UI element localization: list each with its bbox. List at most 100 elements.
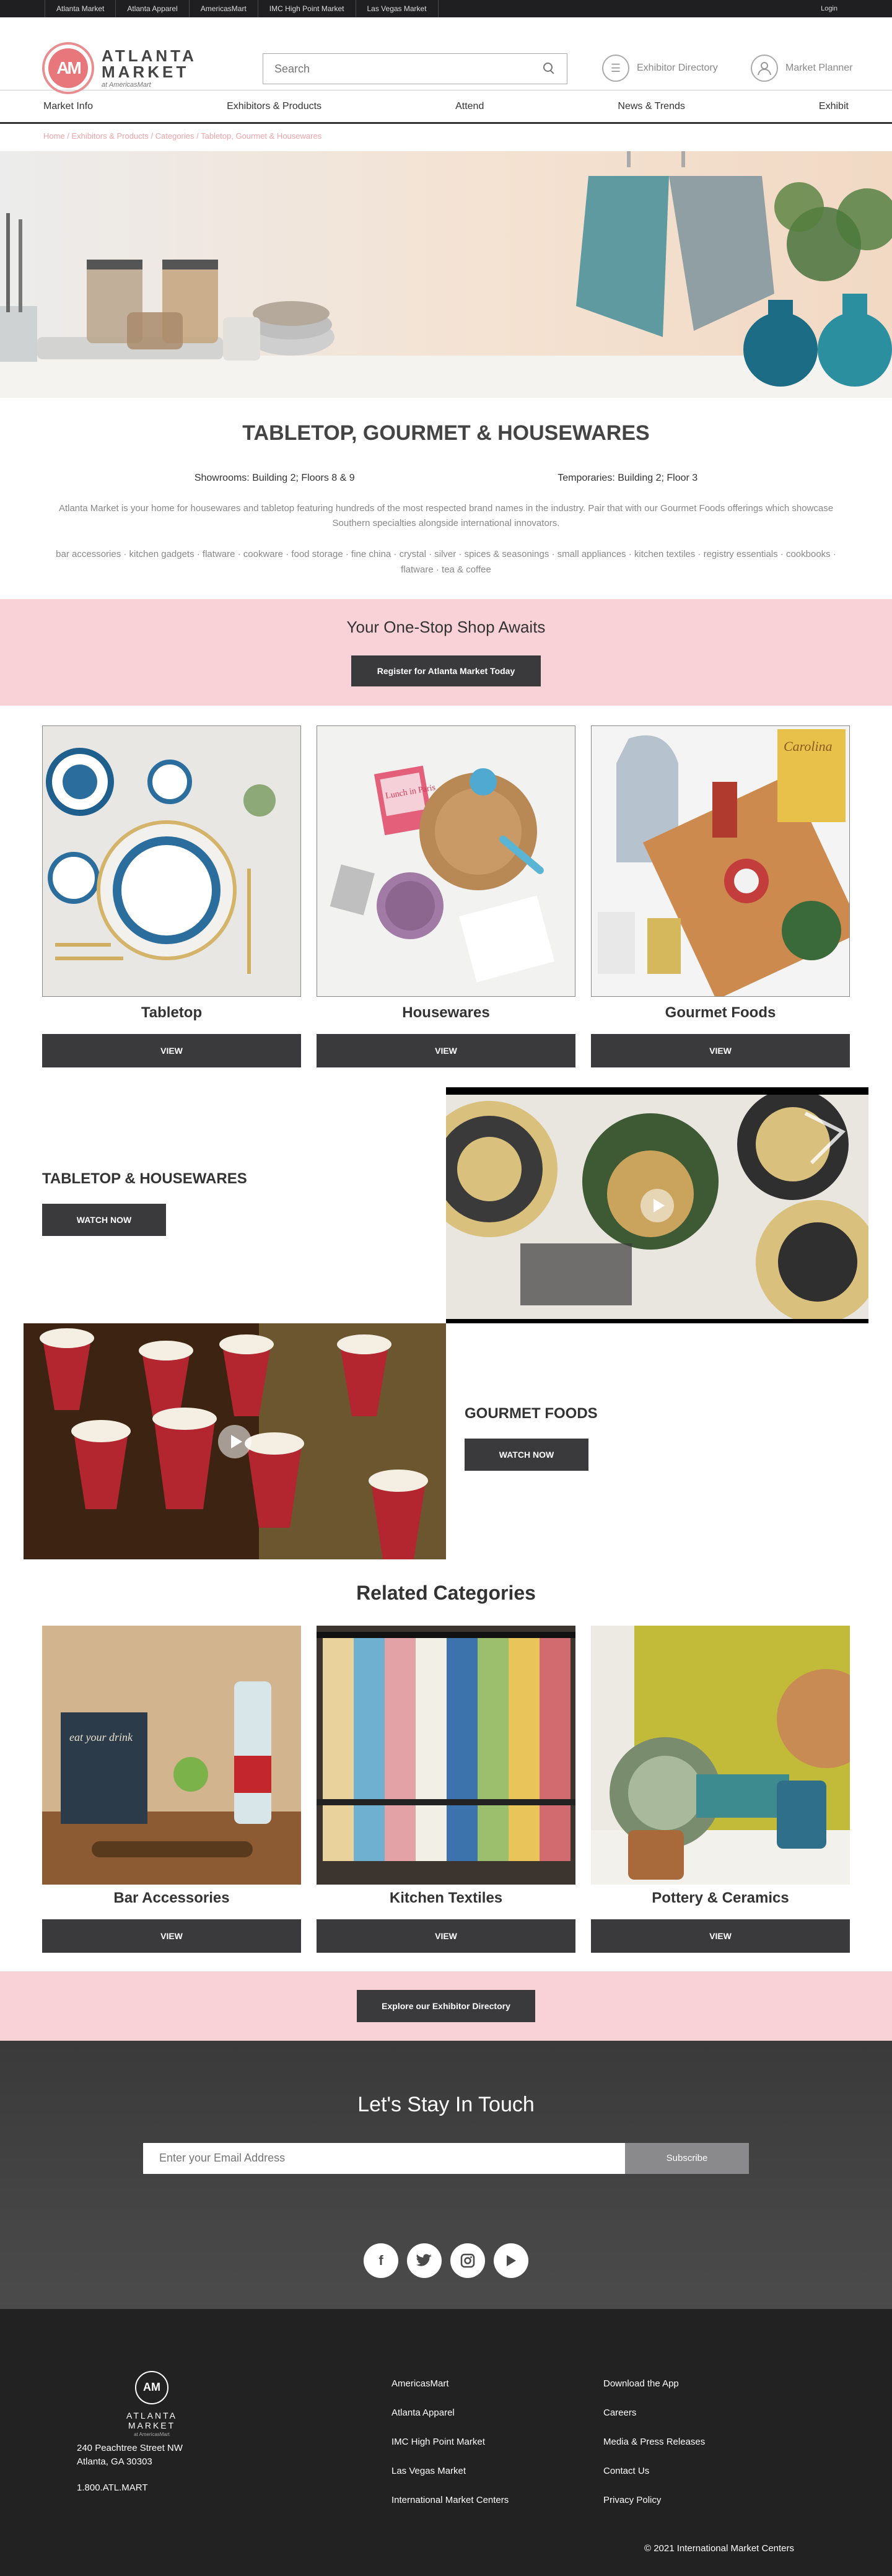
nav-market-info[interactable]: Market Info <box>43 101 93 112</box>
watch-now-gourmet-button[interactable]: WATCH NOW <box>465 1438 588 1471</box>
video-text-gourmet: GOURMET FOODS WATCH NOW <box>465 1405 598 1471</box>
search-box <box>263 53 567 84</box>
related-categories-heading: Related Categories <box>356 1581 536 1604</box>
housewares-illustration: Lunch in Paris <box>330 765 555 982</box>
gourmet-foods-image[interactable]: Carolina <box>591 725 850 997</box>
play-icon[interactable] <box>641 1188 674 1222</box>
category-title-tabletop: Tabletop <box>141 1004 203 1021</box>
topbar-link-atlanta-market[interactable]: Atlanta Market <box>45 0 116 17</box>
related-title-kitchen-textiles: Kitchen Textiles <box>389 1889 503 1906</box>
exhibitor-directory-button[interactable]: ☰ Exhibitor Directory <box>602 53 718 83</box>
showrooms-text: Showrooms: Building 2; Floors 8 & 9 <box>194 473 355 483</box>
footer-link-atlanta-apparel[interactable]: Atlanta Apparel <box>391 2407 509 2437</box>
view-kitchen-textiles-button[interactable]: VIEW <box>317 1919 575 1953</box>
login-link[interactable]: Login <box>821 0 837 17</box>
chips-bag-label: Carolina <box>784 738 833 754</box>
footer-link-americasmart[interactable]: AmericasMart <box>391 2378 509 2407</box>
textiles-illustration <box>317 1625 575 1885</box>
newsletter-heading: Let's Stay In Touch <box>357 2092 535 2116</box>
nav-news-trends[interactable]: News & Trends <box>618 101 684 112</box>
topbar-link-las-vegas-market[interactable]: Las Vegas Market <box>356 0 439 17</box>
register-button[interactable]: Register for Atlanta Market Today <box>351 655 541 686</box>
topbar-link-imc-high-point[interactable]: IMC High Point Market <box>258 0 356 17</box>
video-player-tabletop[interactable] <box>446 1087 868 1323</box>
video-section-tabletop: TABLETOP & HOUSEWARES WATCH NOW <box>0 1087 892 1323</box>
market-planner-label: Market Planner <box>785 63 853 73</box>
copyright-text: © 2021 International Market Centers <box>644 2543 795 2554</box>
watch-now-tabletop-button[interactable]: WATCH NOW <box>42 1203 166 1236</box>
topbar-link-americasmart[interactable]: AmericasMart <box>190 0 258 17</box>
related-card-kitchen-textiles: Kitchen Textiles VIEW <box>317 1625 575 1953</box>
drink-book-title: eat your drink <box>69 1731 133 1743</box>
site-footer: AM ATLANTA MARKET at AmericasMart 240 Pe… <box>0 2308 892 2576</box>
tabletop-illustration <box>46 747 276 974</box>
video-section-gourmet: GOURMET FOODS WATCH NOW <box>0 1323 892 1559</box>
logo-line-1: ATLANTA <box>102 46 197 65</box>
logo-line-2: MARKET <box>102 63 190 81</box>
video-player-gourmet[interactable] <box>24 1323 446 1559</box>
search-input[interactable] <box>274 62 543 76</box>
nav-attend[interactable]: Attend <box>455 101 484 112</box>
footer-link-international-market-centers[interactable]: International Market Centers <box>391 2495 509 2524</box>
footer-link-privacy-policy[interactable]: Privacy Policy <box>603 2495 705 2524</box>
video-title-gourmet: GOURMET FOODS <box>465 1404 598 1422</box>
related-title-pottery-ceramics: Pottery & Ceramics <box>652 1889 789 1906</box>
pottery-ceramics-image[interactable] <box>591 1625 850 1885</box>
view-tabletop-button[interactable]: VIEW <box>42 1033 301 1067</box>
instagram-icon[interactable] <box>450 2243 485 2278</box>
footer-link-imc-high-point[interactable]: IMC High Point Market <box>391 2437 509 2466</box>
footer-links-col-2: Download the App Careers Media & Press R… <box>603 2378 705 2524</box>
category-title-gourmet-foods: Gourmet Foods <box>665 1004 776 1021</box>
view-pottery-ceramics-button[interactable]: VIEW <box>591 1919 850 1953</box>
bar-accessories-image[interactable]: eat your drink <box>42 1625 301 1885</box>
logo-line-3: at AmericasMart <box>102 81 151 89</box>
hero-image <box>0 151 892 398</box>
footer-link-careers[interactable]: Careers <box>603 2407 705 2437</box>
address-line-1: 240 Peachtree Street NW <box>77 2442 183 2453</box>
logo-mark: AM <box>42 42 94 94</box>
nav-exhibit[interactable]: Exhibit <box>819 101 849 112</box>
market-planner-button[interactable]: Market Planner <box>751 53 853 83</box>
footer-link-download-app[interactable]: Download the App <box>603 2378 705 2407</box>
play-icon[interactable] <box>218 1424 251 1458</box>
search-icon[interactable] <box>543 63 556 75</box>
address-line-2: Atlanta, GA 30303 <box>77 2456 152 2467</box>
social-links: f <box>0 2243 892 2278</box>
site-logo[interactable]: AM ATLANTA MARKET at AmericasMart <box>42 42 197 94</box>
related-category-cards: eat your drink Bar Accessories VIEW Kitc… <box>0 1625 892 1953</box>
promo-heading: Your One-Stop Shop Awaits <box>346 617 546 636</box>
topbar-link-atlanta-apparel[interactable]: Atlanta Apparel <box>116 0 190 17</box>
footer-link-las-vegas-market[interactable]: Las Vegas Market <box>391 2466 509 2495</box>
housewares-image[interactable]: Lunch in Paris <box>317 725 575 997</box>
category-title-housewares: Housewares <box>402 1004 490 1021</box>
directory-list-icon: ☰ <box>602 55 629 82</box>
view-bar-accessories-button[interactable]: VIEW <box>42 1919 301 1953</box>
site-header: AM ATLANTA MARKET at AmericasMart ☰ Exhi… <box>0 17 892 94</box>
footer-address: 240 Peachtree Street NW Atlanta, GA 3030… <box>77 2442 183 2469</box>
footer-link-media-press[interactable]: Media & Press Releases <box>603 2437 705 2466</box>
view-gourmet-foods-button[interactable]: VIEW <box>591 1033 850 1067</box>
explore-directory-button[interactable]: Explore our Exhibitor Directory <box>357 1989 535 2022</box>
twitter-icon[interactable] <box>407 2243 442 2278</box>
newsletter-form: Subscribe <box>0 2142 892 2174</box>
footer-logo-sub: at AmericasMart <box>134 2431 170 2437</box>
breadcrumb[interactable]: Home / Exhibitors & Products / Categorie… <box>0 124 892 151</box>
email-field[interactable] <box>143 2142 625 2174</box>
youtube-icon[interactable] <box>494 2243 528 2278</box>
tabletop-image[interactable] <box>42 725 301 997</box>
related-title-bar-accessories: Bar Accessories <box>113 1889 230 1906</box>
footer-logo[interactable]: AM ATLANTA MARKET at AmericasMart <box>105 2370 198 2437</box>
top-bar: Atlanta Market Atlanta Apparel AmericasM… <box>0 0 892 17</box>
facebook-icon[interactable]: f <box>364 2243 398 2278</box>
directory-cta-band: Explore our Exhibitor Directory <box>0 1971 892 2041</box>
category-keywords: bar accessories · kitchen gadgets · flat… <box>56 549 836 575</box>
footer-phone[interactable]: 1.800.ATL.MART <box>77 2482 148 2493</box>
kitchen-textiles-image[interactable] <box>317 1625 575 1885</box>
footer-link-contact-us[interactable]: Contact Us <box>603 2466 705 2495</box>
nav-exhibitors-products[interactable]: Exhibitors & Products <box>227 101 321 112</box>
hero-illustration <box>0 151 892 398</box>
logo-initials: AM <box>48 48 88 88</box>
view-housewares-button[interactable]: VIEW <box>317 1033 575 1067</box>
category-cards: Tabletop VIEW Lunch in Paris Housewares … <box>0 725 892 1067</box>
subscribe-button[interactable]: Subscribe <box>625 2142 749 2174</box>
